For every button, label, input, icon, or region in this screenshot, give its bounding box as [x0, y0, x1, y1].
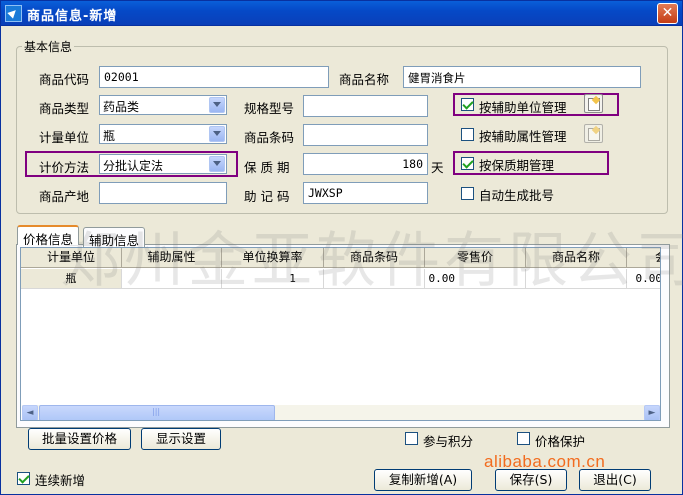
site-watermark: alibaba.com.cn	[484, 452, 606, 471]
chevron-down-icon[interactable]	[209, 97, 225, 113]
grid-cell[interactable]: 瓶	[21, 269, 122, 289]
grid-cell[interactable]	[122, 269, 222, 289]
continuous-add-label: 连续新增	[35, 473, 86, 488]
column-header[interactable]: 零售价	[425, 248, 526, 268]
product-type-value: 药品类	[103, 100, 140, 114]
product-code-input[interactable]: 02001	[99, 66, 329, 88]
column-header[interactable]: 商品条码	[324, 248, 425, 268]
scroll-right-icon[interactable]: ►	[644, 405, 660, 420]
auto-batch-label: 自动生成批号	[479, 188, 555, 203]
product-name-input[interactable]: 健胃消食片	[403, 66, 641, 88]
unit-label: 计量单位	[39, 130, 90, 145]
mnemonic-input[interactable]: JWXSP	[303, 182, 428, 204]
exit-button[interactable]: 退出(C)	[579, 469, 651, 491]
price-grid[interactable]: 计量单位 辅助属性 单位换算率 商品条码 零售价 商品名称 会 瓶 1 0.00…	[20, 247, 661, 421]
product-type-label: 商品类型	[39, 101, 90, 116]
column-header[interactable]: 辅助属性	[122, 248, 222, 268]
product-name-label: 商品名称	[339, 72, 390, 87]
pricing-method-value: 分批认定法	[103, 159, 164, 173]
app-icon	[5, 5, 22, 22]
shelf-life-input[interactable]: 180	[303, 153, 428, 175]
spec-model-input[interactable]	[303, 95, 428, 117]
aux-attr-label: 按辅助属性管理	[479, 129, 567, 144]
origin-input[interactable]	[99, 182, 227, 204]
column-header[interactable]: 商品名称	[526, 248, 627, 268]
points-label: 参与积分	[423, 434, 474, 449]
grid-cell[interactable]	[324, 269, 425, 289]
close-button[interactable]: ✕	[657, 3, 678, 24]
product-type-select[interactable]: 药品类	[99, 95, 227, 115]
edit-icon[interactable]	[584, 94, 603, 113]
save-button[interactable]: 保存(S)	[495, 469, 567, 491]
column-header[interactable]: 计量单位	[21, 248, 122, 268]
scroll-thumb[interactable]: |||	[39, 405, 275, 420]
aux-unit-checkbox[interactable]	[461, 98, 474, 111]
barcode-input[interactable]	[303, 124, 428, 146]
shelf-mgmt-checkbox[interactable]	[461, 157, 474, 170]
batch-price-button[interactable]: 批量设置价格	[28, 428, 131, 450]
display-settings-button[interactable]: 显示设置	[141, 428, 221, 450]
aux-unit-label: 按辅助单位管理	[479, 100, 567, 115]
chevron-down-icon[interactable]	[209, 156, 225, 172]
column-header[interactable]: 单位换算率	[222, 248, 324, 268]
grid-cell[interactable]: 1	[222, 269, 324, 289]
spec-model-label: 规格型号	[244, 101, 295, 116]
edit-icon[interactable]	[584, 124, 603, 143]
auto-batch-checkbox[interactable]	[461, 187, 474, 200]
basic-info-legend: 基本信息	[22, 38, 75, 55]
title-bar: 商品信息-新增 ✕	[0, 0, 683, 26]
column-header[interactable]: 会	[627, 248, 660, 268]
unit-select[interactable]: 瓶	[99, 124, 227, 144]
chevron-down-icon[interactable]	[209, 126, 225, 142]
grid-cell[interactable]	[526, 269, 627, 289]
scroll-grip-icon: |||	[152, 407, 161, 416]
mnemonic-label: 助 记 码	[244, 189, 290, 204]
tab-aux-info[interactable]: 辅助信息	[83, 227, 146, 248]
shelf-mgmt-label: 按保质期管理	[479, 158, 555, 173]
horizontal-scrollbar[interactable]: ◄ ||| ►	[22, 405, 660, 420]
barcode-label: 商品条码	[244, 130, 295, 145]
scroll-left-icon[interactable]: ◄	[22, 405, 38, 420]
window-title: 商品信息-新增	[27, 9, 118, 24]
shelf-life-unit: 天	[431, 160, 444, 175]
price-protect-label: 价格保护	[535, 434, 586, 449]
pricing-method-label: 计价方法	[39, 160, 90, 175]
continuous-add-checkbox[interactable]	[17, 472, 30, 485]
pricing-method-select[interactable]: 分批认定法	[99, 154, 227, 174]
origin-label: 商品产地	[39, 189, 90, 204]
aux-attr-checkbox[interactable]	[461, 128, 474, 141]
price-protect-checkbox[interactable]	[517, 432, 530, 445]
grid-cell[interactable]: 0.00	[425, 269, 526, 289]
points-checkbox[interactable]	[405, 432, 418, 445]
product-code-label: 商品代码	[39, 72, 90, 87]
unit-value: 瓶	[103, 129, 116, 143]
shelf-life-label: 保 质 期	[244, 160, 290, 175]
copy-new-button[interactable]: 复制新增(A)	[374, 469, 472, 491]
grid-cell[interactable]: 0.00	[627, 269, 660, 289]
tab-price-info[interactable]: 价格信息	[17, 225, 80, 247]
